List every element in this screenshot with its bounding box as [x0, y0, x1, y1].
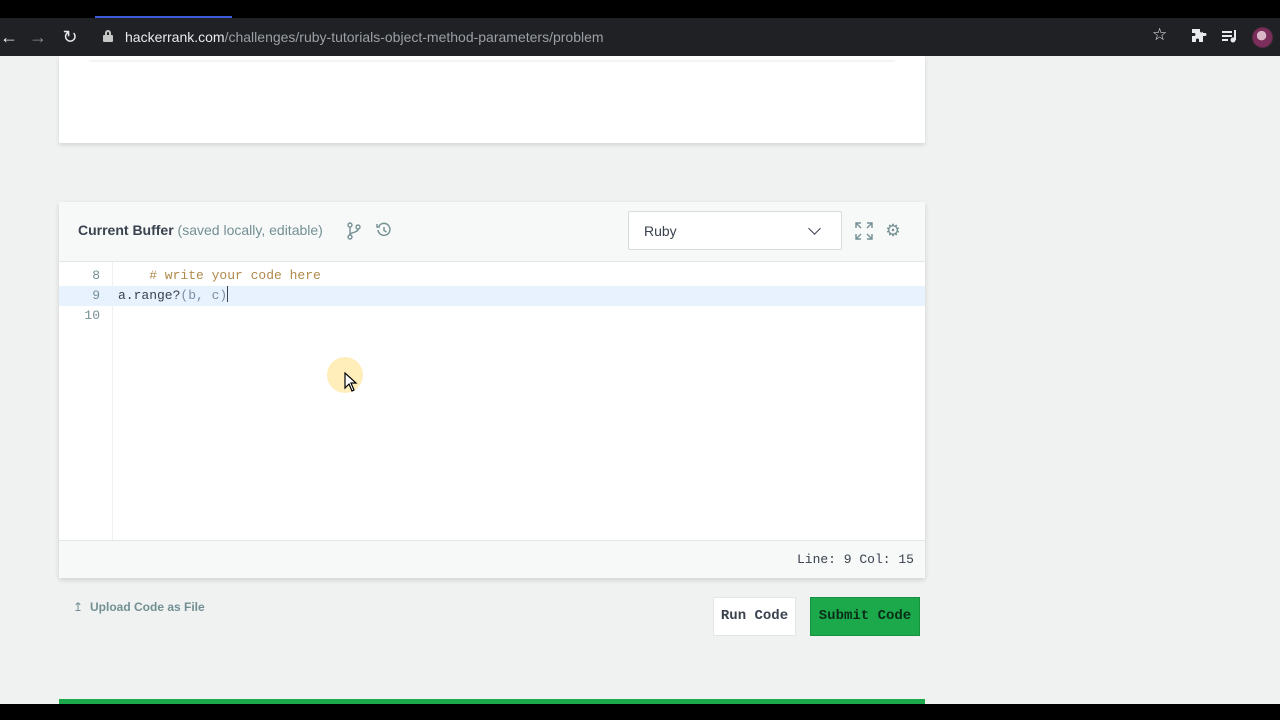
code-line[interactable]: 10: [59, 306, 925, 326]
submit-code-button[interactable]: Submit Code: [810, 597, 920, 636]
back-icon[interactable]: ←: [0, 26, 20, 48]
code-text: # write your code here: [118, 266, 321, 286]
chevron-down-icon: [808, 222, 821, 235]
address-bar[interactable]: hackerrank.com/challenges/ruby-tutorials…: [90, 22, 1182, 52]
upload-icon: ↥: [73, 600, 84, 614]
language-select[interactable]: Ruby: [628, 211, 842, 250]
buffer-subtitle: (saved locally, editable): [173, 222, 323, 238]
url-path: /challenges/ruby-tutorials-object-method…: [224, 29, 604, 45]
editor-header: Current Buffer (saved locally, editable)…: [59, 202, 925, 262]
window-top-bar: [0, 0, 1280, 18]
code-method-call: a.range?: [118, 288, 181, 303]
reload-icon[interactable]: ↻: [59, 26, 81, 48]
url-host: hackerrank.com: [125, 29, 225, 45]
browser-toolbar: ← → ↻ hackerrank.com/challenges/ruby-tut…: [0, 18, 1280, 56]
extensions-icon[interactable]: [1190, 28, 1208, 46]
problem-card: [59, 56, 925, 143]
media-control-icon[interactable]: [1221, 28, 1239, 46]
line-number: 8: [92, 268, 100, 283]
url-text[interactable]: hackerrank.com/challenges/ruby-tutorials…: [125, 29, 604, 45]
star-icon[interactable]: ☆: [1152, 25, 1167, 45]
forward-icon[interactable]: →: [27, 26, 49, 48]
lock-icon: [103, 30, 113, 42]
buffer-title: Current Buffer (saved locally, editable): [78, 222, 323, 238]
code-arguments: (b, c): [180, 288, 228, 303]
text-caret: [227, 286, 229, 302]
divider: [89, 60, 895, 62]
profile-avatar[interactable]: [1252, 27, 1273, 48]
gear-icon[interactable]: ⚙: [884, 222, 902, 240]
window-bottom-bar: [0, 704, 1280, 720]
cursor-position: Line: 9 Col: 15: [796, 552, 914, 567]
buffer-title-text: Current Buffer: [78, 222, 174, 238]
code-line-active[interactable]: 9 a.range?(b, c): [59, 286, 925, 306]
branch-icon[interactable]: [345, 222, 363, 240]
upload-label: Upload Code as File: [90, 600, 205, 614]
code-text: a.range?(b, c): [118, 286, 229, 306]
editor-status-bar: Line: 9 Col: 15: [59, 540, 925, 578]
code-comment: # write your code here: [118, 268, 321, 283]
code-line[interactable]: 8 # write your code here: [59, 266, 925, 286]
line-number: 10: [84, 308, 100, 323]
language-value: Ruby: [644, 223, 677, 239]
fullscreen-icon[interactable]: [855, 222, 873, 240]
code-editor-card: Current Buffer (saved locally, editable)…: [59, 202, 925, 578]
upload-code-link[interactable]: ↥ Upload Code as File: [73, 600, 205, 614]
history-icon[interactable]: [375, 222, 393, 240]
run-code-button[interactable]: Run Code: [713, 597, 796, 636]
line-number: 9: [92, 288, 100, 303]
